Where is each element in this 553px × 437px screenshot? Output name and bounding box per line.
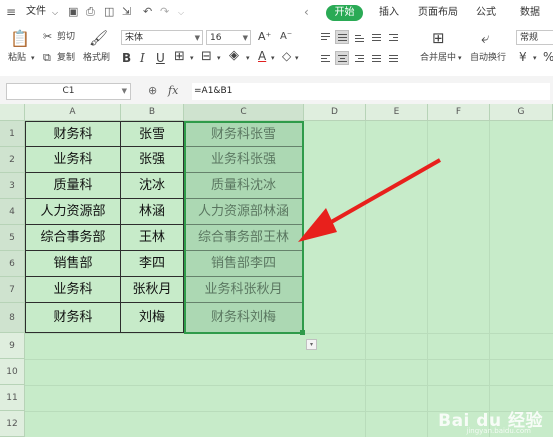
format-painter-icon[interactable]: 🖌: [89, 29, 108, 47]
align-bottom-icon[interactable]: [352, 30, 366, 44]
file-menu[interactable]: 文件: [26, 5, 46, 19]
format-painter-button[interactable]: 格式刷: [83, 53, 110, 64]
italic-icon[interactable]: I: [140, 51, 145, 65]
spreadsheet-grid[interactable]: A B C D E F G 123456789101112 财务科张雪财务科张雪…: [0, 104, 553, 437]
underline-icon[interactable]: U: [156, 51, 165, 65]
bold-icon[interactable]: B: [122, 51, 131, 65]
copy-icon[interactable]: ⧉: [43, 51, 51, 65]
increase-font-icon[interactable]: A⁺: [258, 30, 271, 44]
decrease-font-icon[interactable]: A⁻: [280, 30, 292, 44]
menu-bar: ≡ 文件 ⌵ ▣ ⎙ ◫ ⇲ ↶ ↷ ⌵ ‹ 开始 插入 页面布局 公式 数据: [0, 0, 553, 26]
number-format-select[interactable]: 常规: [516, 30, 553, 45]
borders-icon[interactable]: ⊞: [174, 50, 185, 64]
wrap-text-button[interactable]: 自动换行: [470, 53, 506, 64]
chevron-down-icon[interactable]: ▾: [217, 53, 221, 64]
indent-icon[interactable]: [386, 30, 400, 44]
paste-icon[interactable]: 📋: [10, 30, 30, 48]
align-right-icon[interactable]: [352, 51, 366, 65]
cell-reference: C1: [62, 86, 75, 96]
undo-icon[interactable]: ↶: [143, 5, 152, 19]
chevron-down-icon[interactable]: ▾: [246, 53, 250, 64]
font-color-icon[interactable]: A: [258, 49, 266, 63]
cut-button[interactable]: 剪切: [57, 32, 75, 43]
redo-icon[interactable]: ↷: [160, 5, 169, 19]
font-size-select[interactable]: 16 ▼: [206, 30, 251, 45]
wrap-text-icon[interactable]: ⤶: [481, 29, 489, 47]
more-icon[interactable]: ⌵: [178, 6, 184, 20]
function-icon[interactable]: fx: [168, 84, 178, 98]
scissors-icon[interactable]: ✂: [43, 30, 52, 44]
chevron-down-icon[interactable]: ▾: [295, 53, 299, 64]
paste-dropdown-icon[interactable]: ▾: [31, 53, 35, 64]
previous-tab-icon[interactable]: ‹: [304, 5, 309, 19]
align-middle-icon[interactable]: [335, 30, 349, 44]
justify-icon[interactable]: [369, 51, 383, 65]
merge-center-icon[interactable]: ⊞: [432, 29, 445, 47]
copy-button[interactable]: 复制: [57, 53, 75, 64]
fill-color-icon[interactable]: ◈: [229, 49, 239, 63]
tab-insert[interactable]: 插入: [379, 6, 399, 20]
paste-button[interactable]: 粘贴: [8, 53, 26, 64]
annotation-layer: [298, 158, 441, 242]
merge-center-button[interactable]: 合并居中: [420, 53, 456, 64]
formula-bar: C1 ▼ ⊕ fx =A1&B1: [0, 76, 553, 105]
menu-icon[interactable]: ≡: [6, 5, 16, 19]
export-icon[interactable]: ⇲: [122, 5, 131, 19]
chevron-down-icon[interactable]: ⌵: [52, 6, 58, 20]
save-icon[interactable]: ▣: [68, 5, 78, 19]
currency-icon[interactable]: ¥: [519, 50, 527, 64]
chevron-down-icon[interactable]: ▾: [533, 53, 537, 64]
font-name-value: 宋体: [125, 33, 144, 43]
align-top-icon[interactable]: [318, 30, 332, 44]
percent-icon[interactable]: %: [543, 50, 553, 64]
tab-home[interactable]: 开始: [326, 5, 363, 21]
print-icon[interactable]: ⎙: [86, 5, 95, 19]
chevron-down-icon: ▼: [121, 87, 127, 95]
chevron-down-icon: ▼: [194, 34, 200, 42]
align-left-icon[interactable]: [318, 51, 332, 65]
chevron-down-icon[interactable]: ▾: [458, 53, 462, 64]
red-arrow-head-icon: [298, 208, 337, 242]
name-box[interactable]: C1 ▼: [6, 83, 131, 100]
orientation-icon[interactable]: [369, 30, 383, 44]
watermark-url: jingyan.baidu.com: [466, 427, 531, 435]
font-name-select[interactable]: 宋体 ▼: [121, 30, 203, 45]
ribbon-toolbar: 📋 粘贴 ▾ ✂ 剪切 ⧉ 复制 🖌 格式刷 宋体 ▼ 16 ▼ A⁺ A⁻ B…: [0, 26, 553, 77]
tab-formulas[interactable]: 公式: [476, 6, 496, 20]
formula-input[interactable]: =A1&B1: [192, 83, 550, 100]
clear-format-icon[interactable]: ◇: [282, 49, 291, 63]
number-format-value: 常规: [520, 33, 539, 43]
merge-cells-icon[interactable]: ⊟: [201, 50, 212, 64]
chevron-down-icon: ▼: [242, 34, 248, 42]
zoom-icon[interactable]: ⊕: [148, 84, 157, 98]
chevron-down-icon[interactable]: ▾: [190, 53, 194, 64]
font-size-value: 16: [210, 33, 222, 43]
chevron-down-icon[interactable]: ▾: [271, 53, 275, 64]
distributed-icon[interactable]: [386, 51, 400, 65]
print-preview-icon[interactable]: ◫: [104, 5, 114, 19]
tab-data[interactable]: 数据: [520, 6, 540, 20]
align-center-icon[interactable]: [335, 51, 349, 65]
tab-page-layout[interactable]: 页面布局: [418, 6, 458, 20]
